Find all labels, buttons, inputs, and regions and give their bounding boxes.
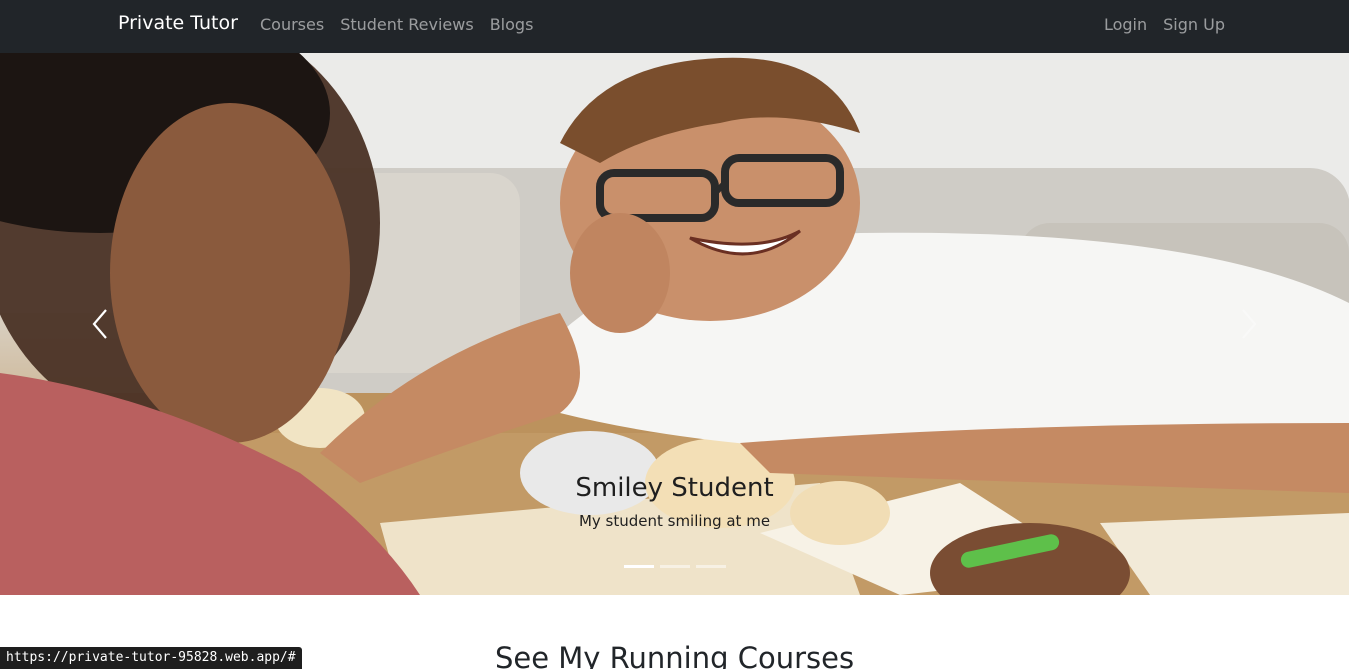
carousel-indicator-3[interactable] bbox=[695, 565, 726, 568]
nav-auth-links: Login Sign Up bbox=[1104, 15, 1225, 34]
carousel-indicator-1[interactable] bbox=[623, 565, 654, 568]
carousel-caption: Smiley Student My student smiling at me bbox=[0, 473, 1349, 530]
brand-link[interactable]: Private Tutor bbox=[118, 12, 238, 34]
carousel-caption-title: Smiley Student bbox=[575, 473, 774, 503]
nav-link-blogs[interactable]: Blogs bbox=[490, 15, 534, 34]
nav-primary-links: Courses Student Reviews Blogs bbox=[260, 15, 533, 34]
nav-link-courses[interactable]: Courses bbox=[260, 15, 324, 34]
hero-carousel: Smiley Student My student smiling at me bbox=[0, 53, 1349, 595]
link-status-bar: https://private-tutor-95828.web.app/# bbox=[0, 647, 302, 669]
carousel-caption-text: My student smiling at me bbox=[578, 512, 771, 531]
navbar: Private Tutor Courses Student Reviews Bl… bbox=[0, 0, 1349, 53]
chevron-right-icon bbox=[1242, 309, 1257, 339]
nav-link-login[interactable]: Login bbox=[1104, 15, 1147, 34]
nav-link-student-reviews[interactable]: Student Reviews bbox=[340, 15, 474, 34]
carousel-indicator-2[interactable] bbox=[659, 565, 690, 568]
nav-link-sign-up[interactable]: Sign Up bbox=[1163, 15, 1225, 34]
chevron-left-icon bbox=[92, 309, 107, 339]
carousel-indicators bbox=[0, 565, 1349, 568]
